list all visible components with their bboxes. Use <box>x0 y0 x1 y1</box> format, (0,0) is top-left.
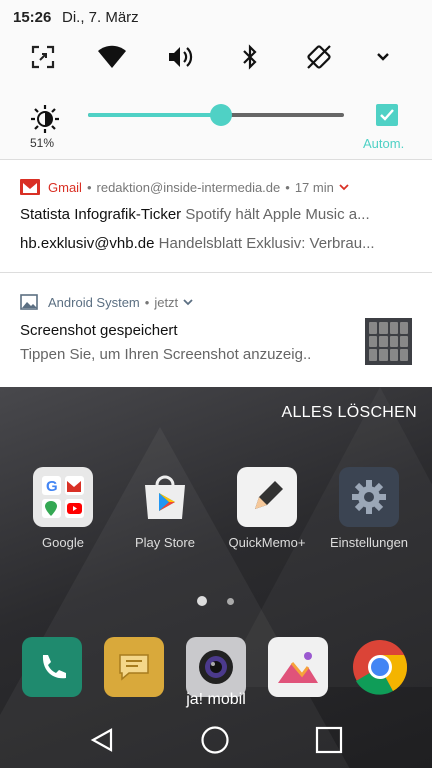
notification-time: 17 min <box>294 179 334 195</box>
notification-title: Screenshot gespeichert <box>20 322 178 339</box>
brightness-slider-fill <box>88 113 222 117</box>
home-screen: ALLES LÖSCHEN G Google Play Store QuickM… <box>0 387 432 768</box>
status-time: 15:26 <box>13 9 52 26</box>
phone-icon[interactable] <box>22 637 82 697</box>
auto-brightness-checkbox[interactable] <box>376 104 398 126</box>
recents-icon[interactable] <box>313 724 345 756</box>
quick-settings-row <box>0 40 432 74</box>
messages-icon[interactable] <box>104 637 164 697</box>
auto-rotate-icon[interactable] <box>302 40 336 74</box>
clear-all-button[interactable]: ALLES LÖSCHEN <box>281 404 417 422</box>
screen-capture-icon[interactable] <box>26 40 60 74</box>
chevron-down-icon[interactable] <box>366 40 400 74</box>
screenshot-thumbnail <box>365 318 412 365</box>
notification-line: hb.exklusiv@vhb.de Handelsblatt Exklusiv… <box>20 235 415 252</box>
notification-sender: hb.exklusiv@vhb.de <box>20 235 155 252</box>
camera-icon[interactable] <box>186 637 246 697</box>
quickmemo-icon <box>237 467 297 527</box>
notification-header: Gmail • redaktion@inside-intermedia.de •… <box>20 178 349 196</box>
brightness-percent: 51% <box>30 136 55 150</box>
notification-sender: Statista Infografik-Ticker <box>20 206 182 223</box>
app-google[interactable]: G Google <box>23 467 103 550</box>
gmail-icon <box>20 179 40 195</box>
app-label: Google <box>42 535 84 550</box>
google-folder-icon: G <box>33 467 93 527</box>
notification-time: jetzt <box>154 294 179 310</box>
brightness-row: 51% Autom. <box>0 96 432 156</box>
app-play-store[interactable]: Play Store <box>125 467 205 550</box>
navigation-bar <box>0 712 432 768</box>
app-label: Einstellungen <box>329 535 409 550</box>
notification-account: redaktion@inside-intermedia.de <box>96 179 281 195</box>
status-date: Di., 7. März <box>62 9 139 26</box>
expand-chevron-icon[interactable] <box>183 298 193 306</box>
home-icon[interactable] <box>199 724 231 756</box>
wifi-icon[interactable] <box>95 40 129 74</box>
brightness-icon <box>30 104 60 139</box>
notification-preview: Handelsblatt Exklusiv: Verbrau... <box>158 235 375 252</box>
back-icon[interactable] <box>86 724 118 756</box>
gallery-icon[interactable] <box>268 637 328 697</box>
volume-icon[interactable] <box>164 40 198 74</box>
brightness-slider[interactable] <box>88 104 344 126</box>
notification-line: Statista Infografik-Ticker Spotify hält … <box>20 206 415 223</box>
notification-shade: 15:26 Di., 7. März 51% Autom. Gmail • re… <box>0 0 432 387</box>
chrome-icon[interactable] <box>350 637 410 697</box>
app-settings[interactable]: Einstellungen <box>329 467 409 550</box>
bluetooth-icon[interactable] <box>233 40 267 74</box>
gear-icon <box>339 467 399 527</box>
svg-text:G: G <box>46 478 58 495</box>
app-label: Play Store <box>135 535 195 550</box>
notification-app-name: Gmail <box>48 179 82 195</box>
expand-chevron-icon[interactable] <box>339 183 349 191</box>
app-label: QuickMemo+ <box>228 535 306 550</box>
page-indicator-active <box>197 596 207 606</box>
dock-folder-label: ja! mobil <box>186 691 246 708</box>
image-icon <box>20 294 38 310</box>
app-quickmemo[interactable]: QuickMemo+ <box>227 467 307 550</box>
gmail-notification[interactable]: Gmail • redaktion@inside-intermedia.de •… <box>0 160 432 272</box>
brightness-slider-thumb[interactable] <box>210 104 233 126</box>
notification-text: Tippen Sie, um Ihren Screenshot anzuzeig… <box>20 346 312 363</box>
notification-preview: Spotify hält Apple Music a... <box>185 206 370 223</box>
page-indicator <box>227 598 234 605</box>
notification-app-name: Android System <box>48 294 140 310</box>
play-store-icon <box>135 467 195 527</box>
auto-brightness-label: Autom. <box>363 136 405 151</box>
notification-header: Android System • jetzt <box>20 293 193 311</box>
status-bar: 15:26 Di., 7. März <box>0 0 432 34</box>
